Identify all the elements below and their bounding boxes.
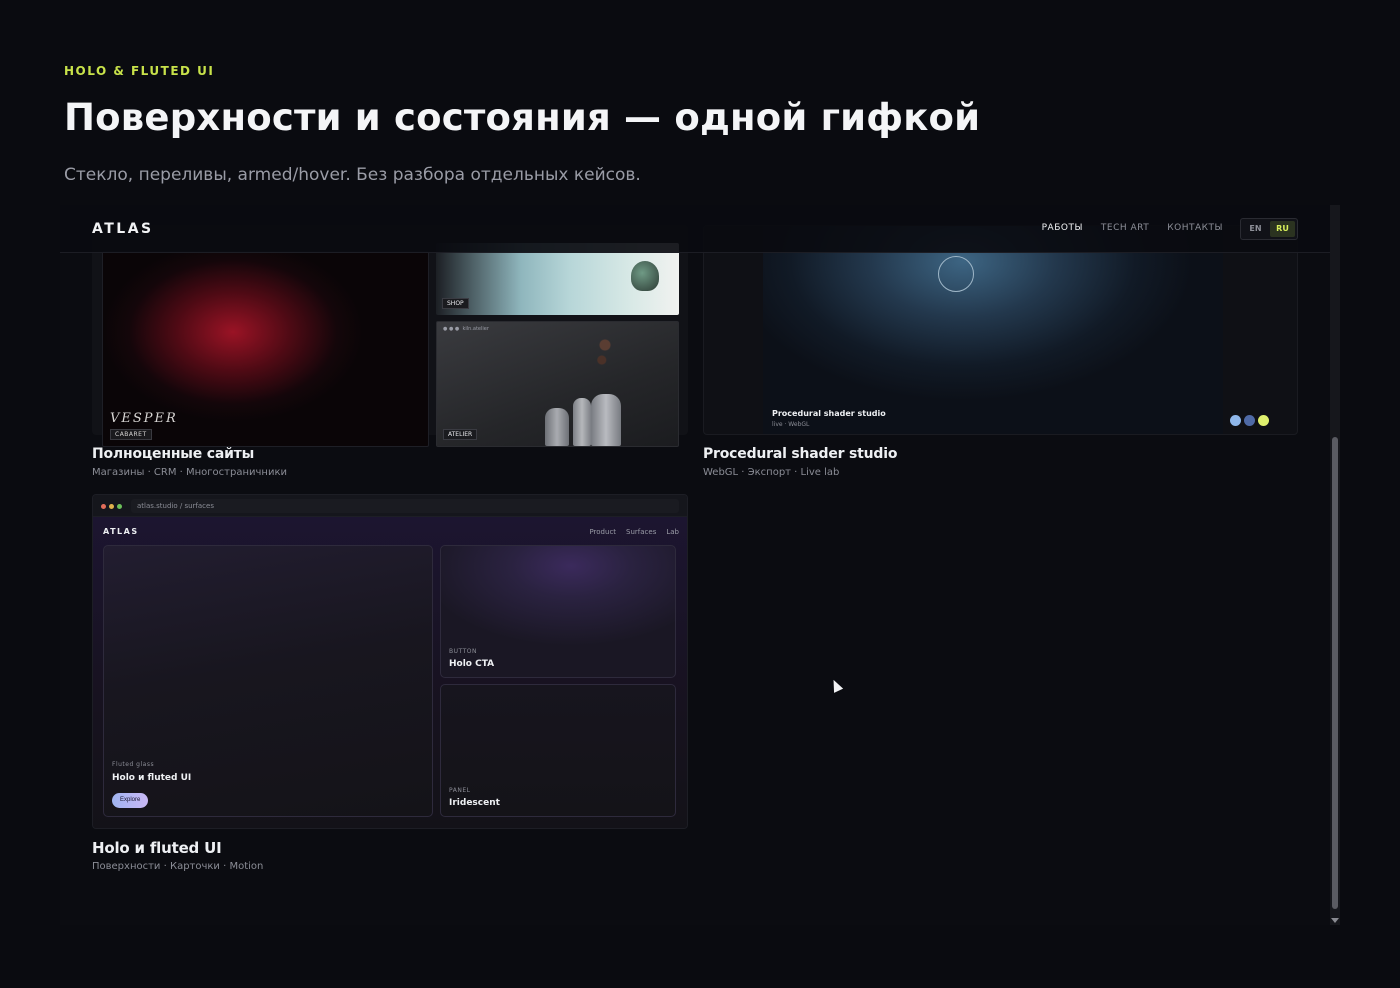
page-title: Поверхности и состояния — одной гифкой xyxy=(64,96,981,139)
shader-overlay-sub: live · WebGL xyxy=(772,421,810,428)
panel-title: Holo CTA xyxy=(449,659,495,669)
mini-nav: Product Surfaces Lab xyxy=(589,528,679,536)
dried-flower-image xyxy=(597,336,613,396)
mini-url-field: atlas.studio / surfaces xyxy=(131,499,679,513)
mini-nav-lab: Lab xyxy=(666,528,679,536)
site-nav: РАБОТЫ TECH ART КОНТАКТЫ xyxy=(1042,223,1223,233)
panel-title: Iridescent xyxy=(449,798,500,808)
panel-eyebrow: PANEL xyxy=(449,787,471,794)
nav-item-tech-art[interactable]: TECH ART xyxy=(1101,223,1149,233)
maximize-dot-icon xyxy=(117,504,122,509)
lang-en-button[interactable]: EN xyxy=(1243,221,1268,237)
lang-ru-button[interactable]: RU xyxy=(1270,221,1295,237)
plant-image xyxy=(631,261,659,291)
mini-nav-surfaces: Surfaces xyxy=(626,528,657,536)
card-title[interactable]: Holo и fluted UI xyxy=(92,839,222,857)
minimize-dot-icon xyxy=(109,504,114,509)
nav-item-works[interactable]: РАБОТЫ xyxy=(1042,223,1083,233)
shader-overlay-title: Procedural shader studio xyxy=(772,409,886,418)
site-logo[interactable]: ATLAS xyxy=(92,221,154,237)
nav-item-contacts[interactable]: КОНТАКТЫ xyxy=(1167,223,1223,233)
project-card-shader-studio[interactable]: Procedural shader studio live · WebGL xyxy=(703,225,1298,435)
swatch-dot[interactable] xyxy=(1258,415,1269,426)
mini-nav-product: Product xyxy=(589,528,617,536)
mini-logo: ATLAS xyxy=(103,527,139,536)
site-header: ATLAS РАБОТЫ TECH ART КОНТАКТЫ EN RU xyxy=(60,205,1330,253)
scrollbar[interactable] xyxy=(1330,205,1340,925)
mini-page: ATLAS Product Surfaces Lab Fluted glass … xyxy=(93,517,687,828)
color-swatches xyxy=(1230,415,1269,426)
mini-browser-bar: atlas.studio / surfaces xyxy=(93,495,687,517)
atelier-url: ● ● ● kiln.atelier xyxy=(443,326,489,332)
browser-viewport: ATLAS РАБОТЫ TECH ART КОНТАКТЫ EN RU VES… xyxy=(60,205,1330,925)
atelier-tag: ATELIER xyxy=(443,429,478,440)
scroll-thumb[interactable] xyxy=(1332,437,1338,909)
card-meta: Поверхности · Карточки · Motion xyxy=(92,861,264,872)
swatch-dot[interactable] xyxy=(1230,415,1241,426)
card-title[interactable]: Полноценные сайты xyxy=(92,446,254,462)
scroll-down-arrow-icon[interactable] xyxy=(1331,918,1339,923)
card-meta: Магазины · CRM · Многостраничники xyxy=(92,467,287,478)
language-switch: EN RU xyxy=(1240,218,1298,240)
project-card-websites[interactable]: VESPER CABARET SHOP ● ● ● kiln.atelier A… xyxy=(92,225,688,447)
atelier-thumbnail: ● ● ● kiln.atelier ATELIER xyxy=(436,321,679,447)
close-dot-icon xyxy=(101,504,106,509)
iridescent-panel: PANEL Iridescent xyxy=(440,684,676,817)
atelier-url-text: kiln.atelier xyxy=(462,326,489,332)
vase-image xyxy=(573,398,591,446)
explore-button[interactable]: Explore xyxy=(112,793,149,808)
vesper-title: VESPER xyxy=(110,411,178,426)
ring-icon xyxy=(938,256,974,292)
page-subtitle: Стекло, переливы, armed/hover. Без разбо… xyxy=(64,165,641,185)
card-meta: WebGL · Экспорт · Live lab xyxy=(703,467,840,478)
vesper-tag: CABARET xyxy=(110,429,152,440)
eyebrow: HOLO & FLUTED UI xyxy=(64,64,215,78)
shop-thumbnail: SHOP xyxy=(436,243,679,315)
panel-title: Holo и fluted UI xyxy=(112,773,192,783)
vesper-thumbnail: VESPER CABARET xyxy=(102,251,429,447)
card-title[interactable]: Procedural shader studio xyxy=(703,446,897,462)
panel-eyebrow: Fluted glass xyxy=(112,761,155,768)
panel-eyebrow: BUTTON xyxy=(449,648,477,655)
fluted-glass-panel: Fluted glass Holo и fluted UI Explore xyxy=(103,545,433,817)
shop-tag: SHOP xyxy=(442,298,469,309)
swatch-dot[interactable] xyxy=(1244,415,1255,426)
holo-cta-panel: BUTTON Holo CTA xyxy=(440,545,676,678)
vase-image xyxy=(545,408,569,446)
vase-image xyxy=(591,394,621,446)
shader-preview: Procedural shader studio live · WebGL xyxy=(763,226,1223,434)
project-card-holo-ui[interactable]: atlas.studio / surfaces ATLAS Product Su… xyxy=(92,494,688,829)
